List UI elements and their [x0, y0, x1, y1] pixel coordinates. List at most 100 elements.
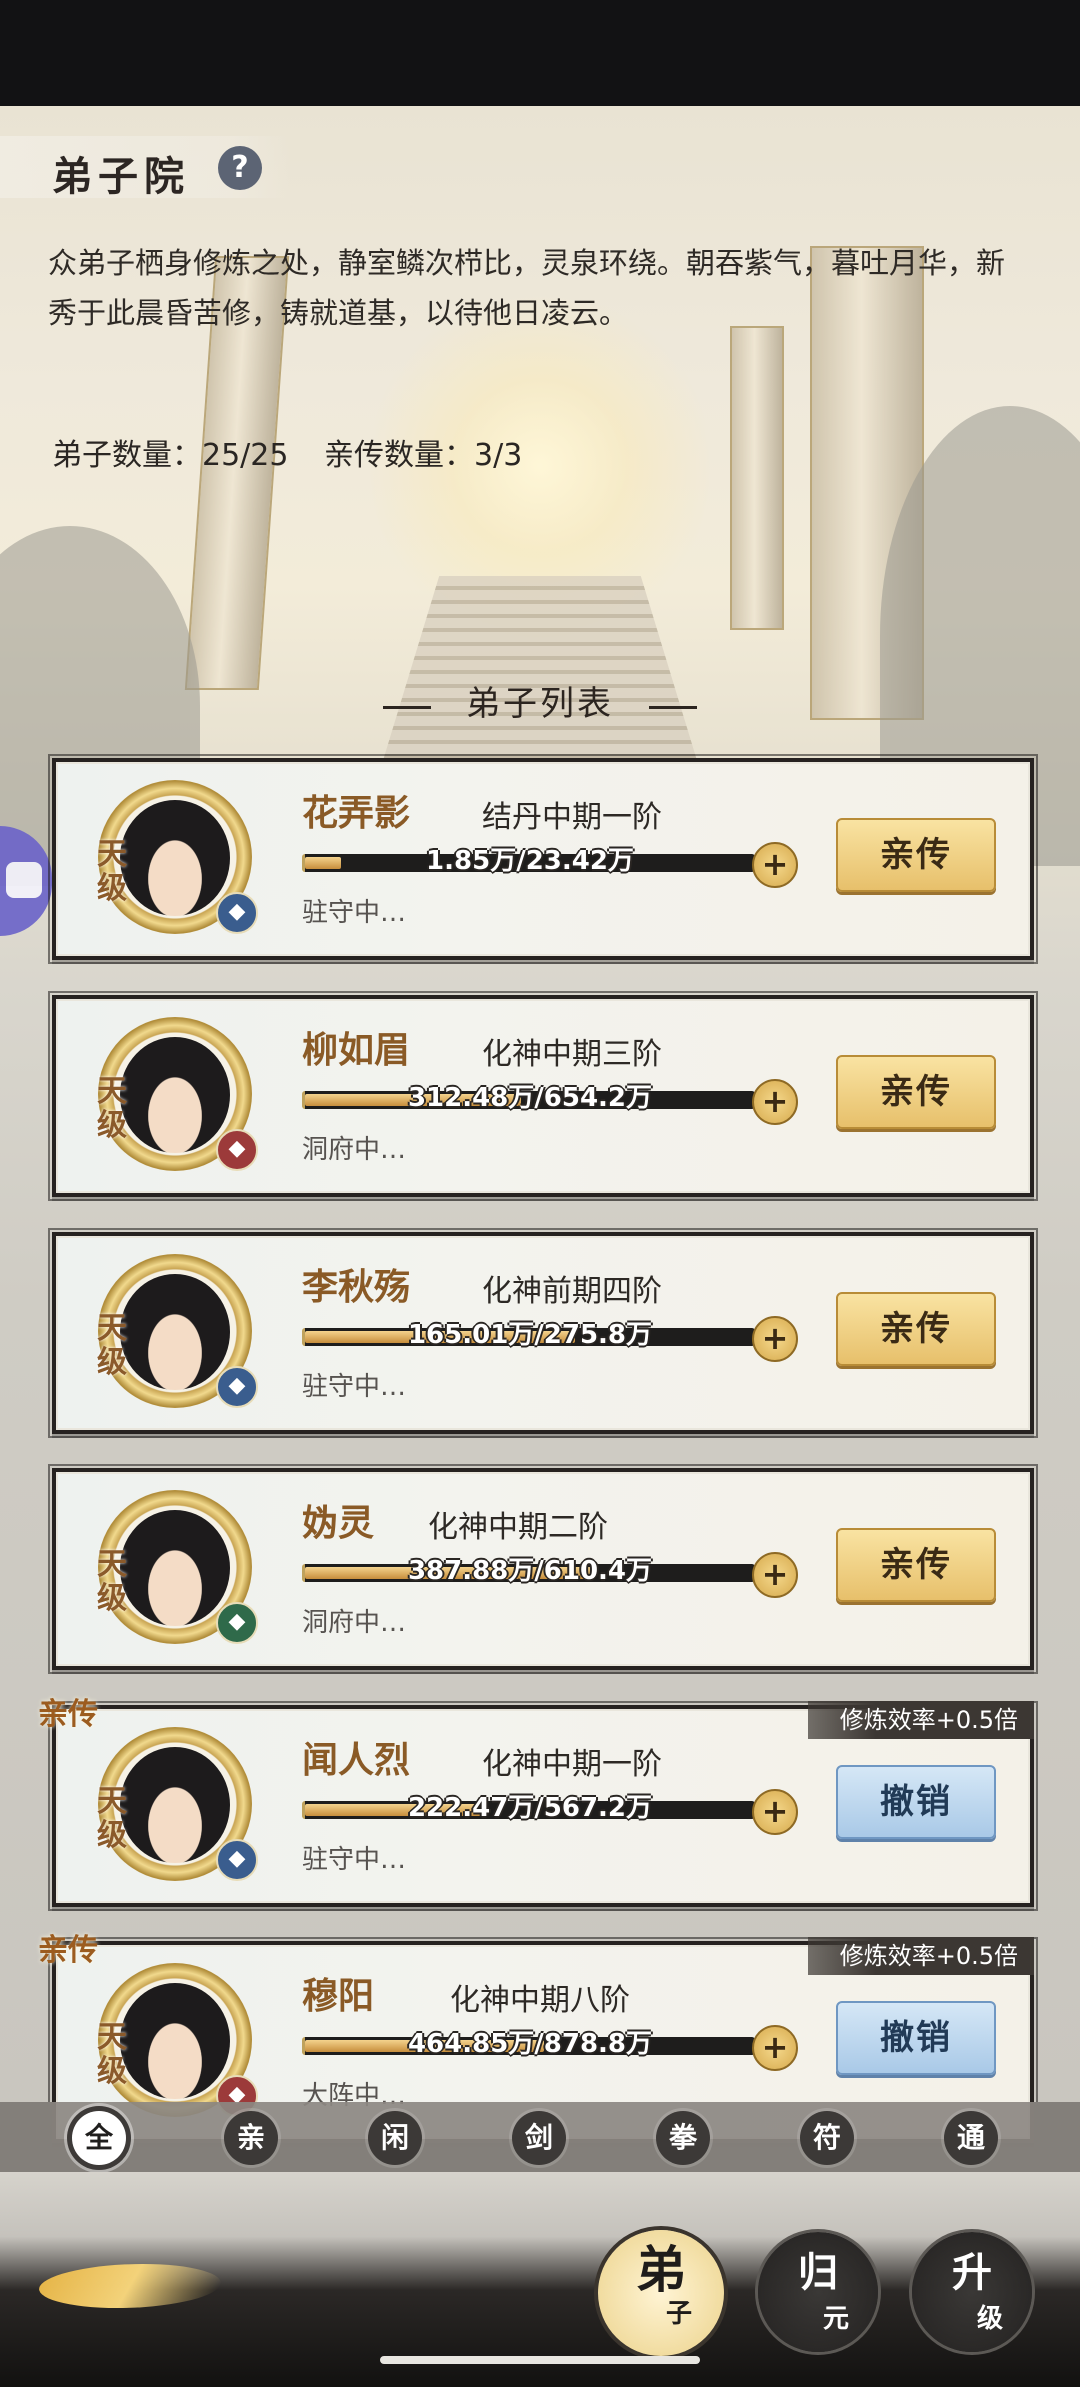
disciple-card[interactable]: 天级 ◆ 柳如眉 化神中期三阶 312.48万/654.2万 + 洞府中… 亲传: [48, 991, 1038, 1201]
portrait-image: [120, 800, 230, 916]
direct-count: 亲传数量：3/3: [324, 438, 523, 473]
disciple-status: 驻守中…: [302, 1372, 407, 1402]
disciple-status: 洞府中…: [302, 1608, 407, 1638]
filter-chip[interactable]: 亲: [224, 2111, 278, 2165]
filter-chip[interactable]: 拳: [656, 2111, 710, 2165]
make-direct-button[interactable]: 亲传: [836, 1055, 996, 1129]
add-progress-button[interactable]: +: [752, 842, 798, 888]
ornament-right: [649, 706, 698, 719]
cultivation-realm: 化神中期二阶: [428, 1510, 608, 1545]
portrait-image: [120, 1747, 230, 1863]
page-description: 众弟子栖身修炼之处，静室鳞次栉比，灵泉环绕。朝吞紫气，暮吐月华，新秀于此晨昏苦修…: [48, 246, 1006, 330]
add-progress-button[interactable]: +: [752, 1079, 798, 1125]
nav-return-button[interactable]: 归 元: [758, 2232, 878, 2352]
nav-upgrade-line1: 升: [952, 2250, 992, 2296]
cultivation-progress-bar: 387.88万/610.4万: [302, 1556, 755, 1586]
count-summary: 弟子数量：25/25 亲传数量：3/3: [52, 430, 548, 474]
cultivation-progress-bar: 222.47万/567.2万: [302, 1793, 755, 1823]
cultivation-realm: 化神中期八阶: [450, 1983, 630, 2018]
avatar[interactable]: 天级 ◆: [97, 1727, 258, 1881]
disciple-name: 妫灵: [302, 1503, 375, 1544]
home-indicator[interactable]: [380, 2356, 700, 2364]
portrait-image: [120, 1274, 230, 1390]
avatar[interactable]: 天级 ◆: [97, 1963, 258, 2117]
efficiency-bonus-tag: 修炼效率+0.5倍: [808, 1937, 1034, 1975]
nav-disciple-button[interactable]: 弟 子: [598, 2230, 724, 2356]
grade-label: 天级: [97, 1074, 127, 1143]
disciple-status: 驻守中…: [302, 898, 407, 928]
disciple-card[interactable]: 亲传 修炼效率+0.5倍天级 ◆ 闻人烈 化神中期一阶 222.47万/567.2万 + 驻守…: [38, 1697, 1038, 1911]
bottom-nav: 弟 子 归 元 升 级: [0, 2172, 1080, 2387]
help-icon[interactable]: ?: [218, 146, 262, 190]
progress-text: 387.88万/610.4万: [407, 1556, 653, 1586]
avatar[interactable]: 天级 ◆: [97, 1017, 258, 1171]
portrait-image: [120, 1983, 230, 2099]
filter-chip[interactable]: 符: [800, 2111, 854, 2165]
cultivation-realm: 化神前期四阶: [482, 1274, 662, 1309]
add-progress-button[interactable]: +: [752, 1316, 798, 1362]
disciple-card[interactable]: 天级 ◆ 妫灵 化神中期二阶 387.88万/610.4万 + 洞府中… 亲传: [48, 1464, 1038, 1674]
grade-label: 天级: [97, 837, 127, 906]
list-heading: 弟子列表: [466, 684, 614, 724]
nav-return-line2: 元: [822, 2304, 849, 2334]
progress-text: 1.85万/23.42万: [426, 846, 634, 876]
add-progress-button[interactable]: +: [752, 2025, 798, 2071]
cultivation-progress-bar: 1.85万/23.42万: [302, 846, 755, 876]
disciple-name: 花弄影: [302, 793, 411, 834]
progress-text: 312.48万/654.2万: [407, 1083, 653, 1113]
nav-return-line1: 归: [798, 2250, 838, 2296]
progress-text: 222.47万/567.2万: [407, 1793, 653, 1823]
grade-label: 天级: [97, 1311, 127, 1380]
nav-upgrade-line2: 级: [976, 2304, 1003, 2334]
grade-label: 天级: [97, 1547, 127, 1616]
disciple-name: 李秋殇: [302, 1267, 411, 1308]
disciple-count: 弟子数量：25/25: [52, 438, 289, 473]
filter-chip[interactable]: 剑: [512, 2111, 566, 2165]
cultivation-realm: 化神中期一阶: [482, 1747, 662, 1782]
disciple-name: 闻人烈: [302, 1740, 411, 1781]
disciple-name: 穆阳: [302, 1976, 375, 2017]
list-heading-row: 弟子列表: [0, 676, 1080, 725]
direct-tag: 亲传: [38, 1697, 98, 1732]
cultivation-progress-bar: 312.48万/654.2万: [302, 1083, 755, 1113]
cultivation-realm: 结丹中期一阶: [482, 800, 662, 835]
make-direct-button[interactable]: 亲传: [836, 818, 996, 892]
disciple-card[interactable]: 天级 ◆ 花弄影 结丹中期一阶 1.85万/23.42万 + 驻守中… 亲传: [48, 754, 1038, 964]
brush-stroke-decoration: [27, 2264, 233, 2308]
portrait-image: [120, 1037, 230, 1153]
grade-label: 天级: [97, 1784, 127, 1853]
element-wind-icon: ◆: [216, 1602, 258, 1644]
nav-upgrade-button[interactable]: 升 级: [912, 2232, 1032, 2352]
direct-tag: 亲传: [38, 1933, 98, 1968]
filter-chip[interactable]: 全: [72, 2111, 126, 2165]
disciple-status: 驻守中…: [302, 1845, 407, 1875]
avatar[interactable]: 天级 ◆: [97, 780, 258, 934]
grade-label: 天级: [97, 2020, 127, 2089]
disciple-name: 柳如眉: [302, 1030, 411, 1071]
add-progress-button[interactable]: +: [752, 1552, 798, 1598]
element-water-icon: ◆: [216, 1839, 258, 1881]
element-water-icon: ◆: [216, 892, 258, 934]
make-direct-button[interactable]: 亲传: [836, 1528, 996, 1602]
element-water-icon: ◆: [216, 1366, 258, 1408]
portrait-image: [120, 1510, 230, 1626]
cultivation-realm: 化神中期三阶: [482, 1037, 662, 1072]
filter-chip[interactable]: 通: [944, 2111, 998, 2165]
add-progress-button[interactable]: +: [752, 1789, 798, 1835]
filter-bar: 全亲闲剑拳符通: [0, 2102, 1080, 2172]
page-title: 弟子院: [52, 154, 190, 200]
progress-text: 464.85万/878.8万: [407, 2029, 653, 2059]
revoke-button[interactable]: 撤销: [836, 1765, 996, 1839]
status-bar: [0, 0, 1080, 106]
cultivation-progress-bar: 464.85万/878.8万: [302, 2029, 755, 2059]
efficiency-bonus-tag: 修炼效率+0.5倍: [808, 1701, 1034, 1739]
progress-text: 165.01万/275.8万: [407, 1320, 653, 1350]
filter-chip[interactable]: 闲: [368, 2111, 422, 2165]
make-direct-button[interactable]: 亲传: [836, 1292, 996, 1366]
avatar[interactable]: 天级 ◆: [97, 1254, 258, 1408]
avatar[interactable]: 天级 ◆: [97, 1490, 258, 1644]
center-pillar: [730, 326, 784, 630]
gamepad-icon: [6, 862, 42, 898]
disciple-card[interactable]: 天级 ◆ 李秋殇 化神前期四阶 165.01万/275.8万 + 驻守中… 亲传: [48, 1228, 1038, 1438]
revoke-button[interactable]: 撤销: [836, 2001, 996, 2075]
